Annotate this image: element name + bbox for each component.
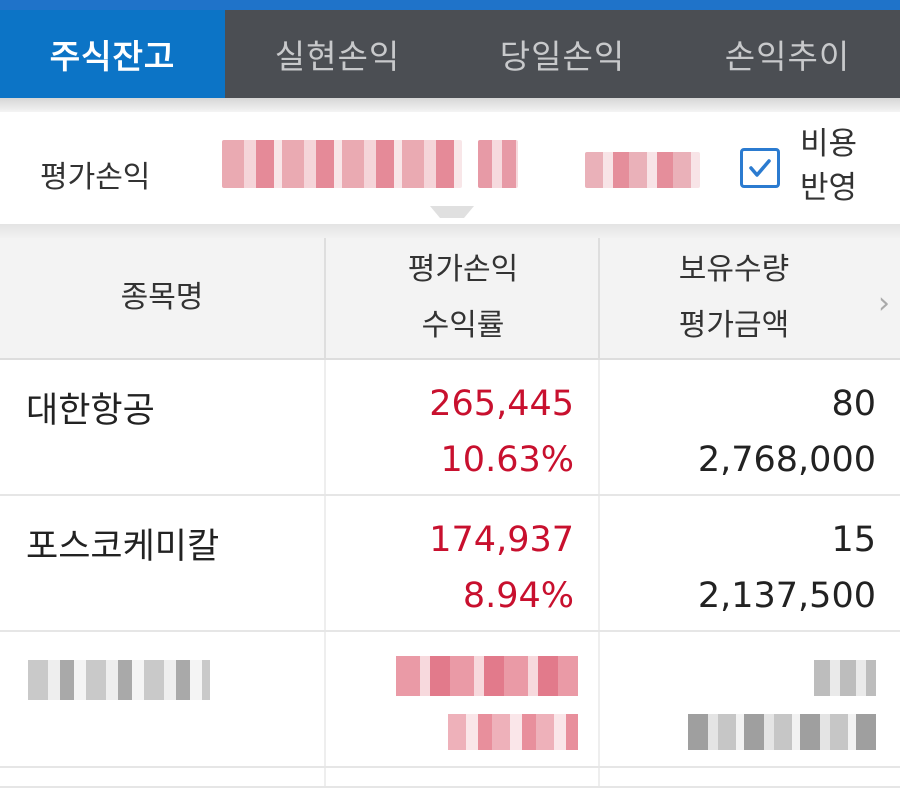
tab-pnl-trend[interactable]: 손익추이: [675, 10, 900, 98]
cost-reflect-label-line2: 반영: [800, 170, 858, 206]
header-rate-label: 수익률: [421, 308, 505, 343]
redacted-eval-pnl-amount: [222, 140, 462, 188]
tab-realized-pnl[interactable]: 실현손익: [225, 10, 450, 98]
redacted-holding-qty: [814, 660, 876, 696]
cost-reflect-checkbox[interactable]: [740, 148, 780, 188]
header-value-label: 평가금액: [678, 308, 790, 343]
cost-reflect-label: 비용 반영: [800, 122, 880, 210]
holding-qty-value: 15: [831, 520, 876, 560]
header-pnl-rate[interactable]: 평가손익 수익률: [324, 238, 600, 358]
return-rate-value: 10.63%: [440, 440, 574, 480]
eval-amount-value: 2,137,500: [697, 576, 876, 616]
redacted-stock-name: [28, 660, 210, 700]
tab-stock-balance[interactable]: 주식잔고: [0, 10, 225, 98]
table-header: 종목명 평가손익 수익률 보유수량 평가금액 ›: [0, 238, 900, 360]
stock-name: 대한항공: [26, 391, 155, 431]
redacted-eval-pnl-rate: [585, 152, 700, 188]
header-eval-pnl-label: 평가손익: [407, 252, 519, 287]
tab-shadow: [0, 98, 900, 112]
header-stock-name-label: 종목명: [120, 280, 204, 315]
holding-qty-value: 80: [831, 384, 876, 424]
table-row-partial: [0, 768, 900, 788]
checkmark-icon: [749, 159, 771, 177]
header-stock-name[interactable]: 종목명: [0, 238, 324, 358]
redacted-eval-pnl: [396, 656, 578, 696]
return-rate-value: 8.94%: [462, 576, 574, 616]
redacted-return-rate: [448, 714, 578, 750]
chevron-right-icon[interactable]: ›: [878, 286, 890, 321]
eval-pnl-value: 174,937: [429, 520, 574, 560]
redacted-eval-pnl-amount-part: [478, 140, 518, 188]
table-row[interactable]: 포스코케미칼 174,937 8.94% 15 2,137,500: [0, 496, 900, 632]
eval-pnl-label: 평가손익: [40, 160, 151, 195]
table-row-redacted[interactable]: [0, 632, 900, 768]
header-qty-value[interactable]: 보유수량 평가금액: [598, 238, 868, 358]
top-accent-bar: [0, 0, 900, 10]
expand-handle-icon[interactable]: [430, 206, 474, 218]
section-divider: [0, 224, 900, 238]
tab-daily-pnl[interactable]: 당일손익: [450, 10, 675, 98]
cost-reflect-label-line1: 비용: [800, 126, 858, 162]
redacted-eval-amount: [688, 714, 876, 750]
stock-name: 포스코케미칼: [26, 527, 220, 567]
eval-pnl-value: 265,445: [429, 384, 574, 424]
header-qty-label: 보유수량: [678, 252, 790, 287]
table-row[interactable]: 대한항공 265,445 10.63% 80 2,768,000: [0, 360, 900, 496]
tab-bar: 주식잔고 실현손익 당일손익 손익추이: [0, 10, 900, 98]
eval-amount-value: 2,768,000: [697, 440, 876, 480]
